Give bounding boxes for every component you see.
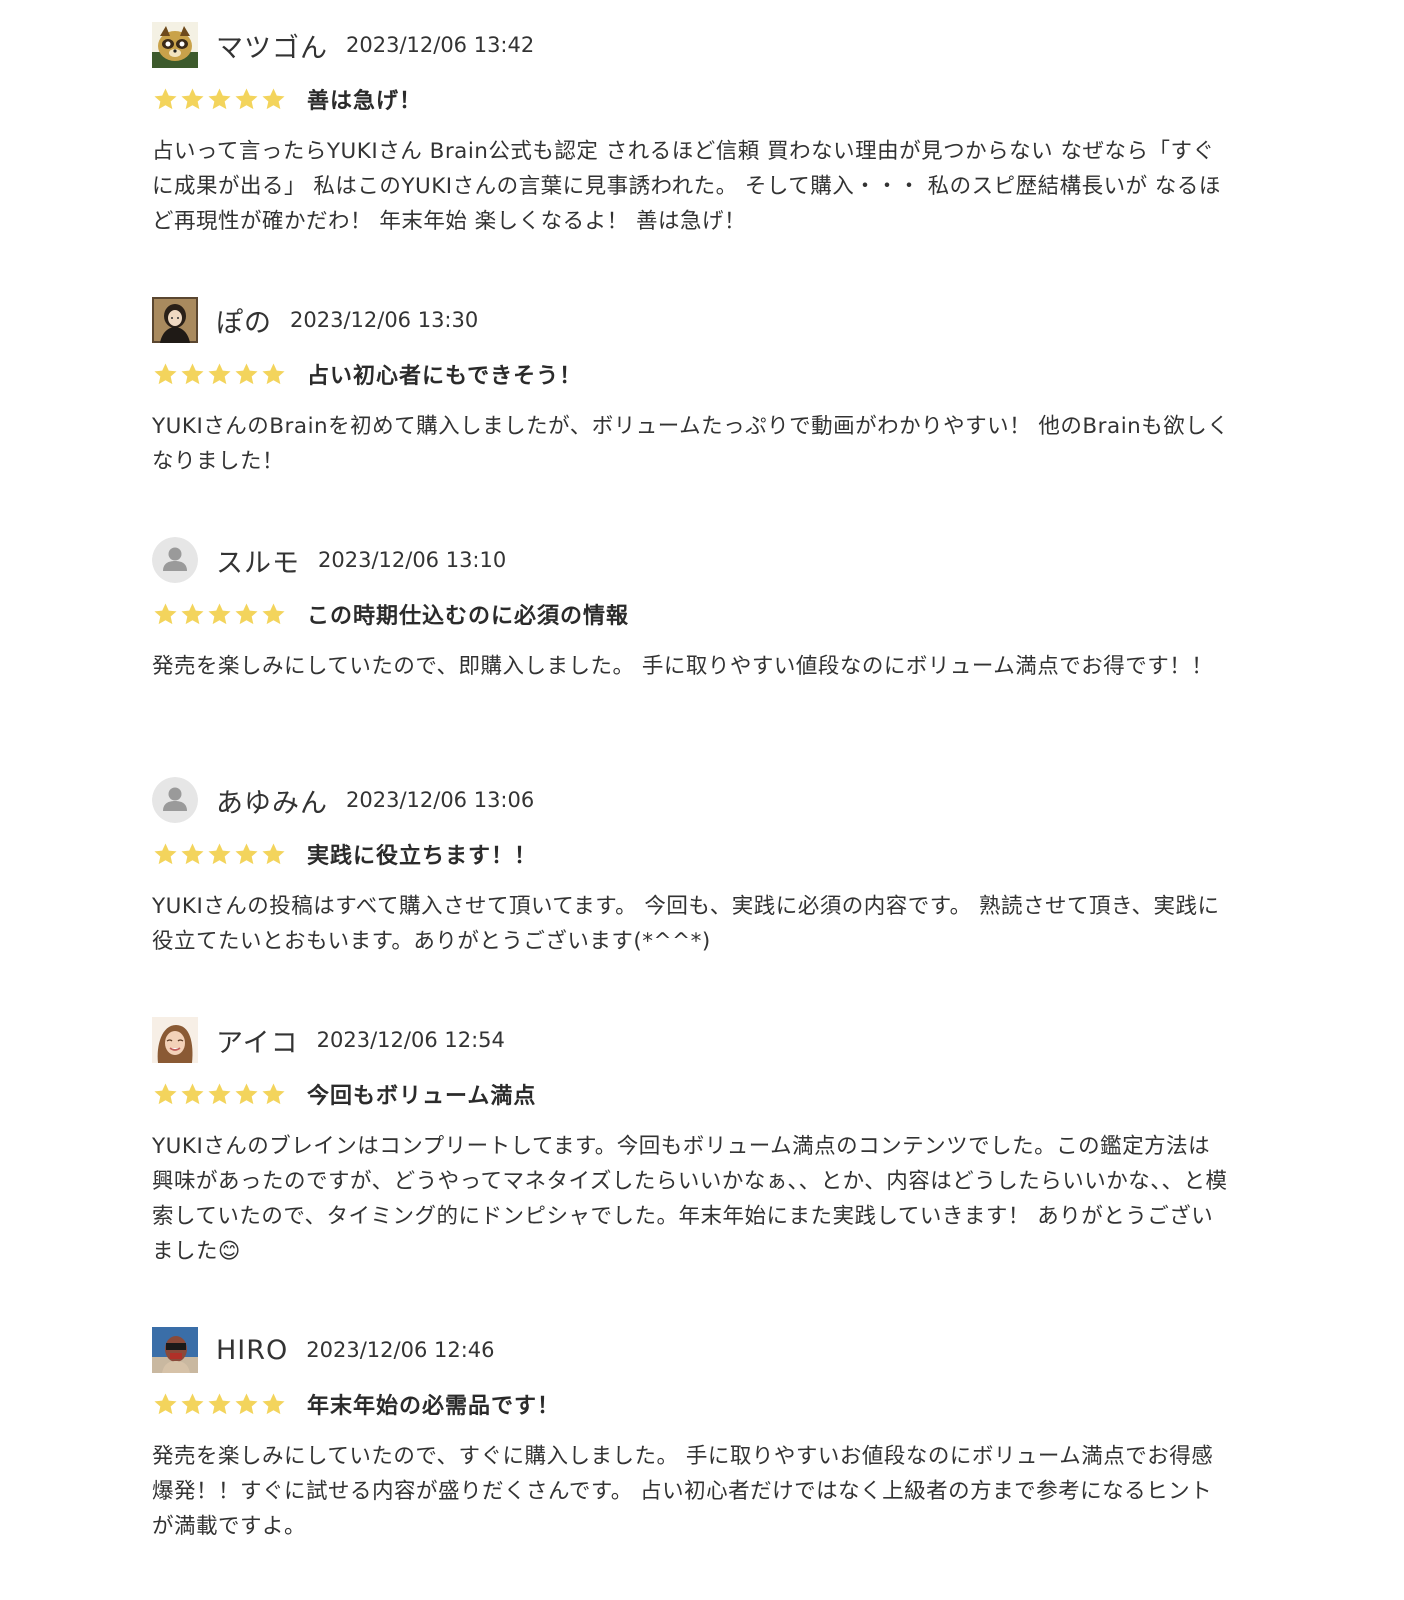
review-header: アイコ 2023/12/06 12:54 <box>152 1017 1232 1063</box>
star-icon <box>208 362 231 384</box>
star-icon <box>262 842 285 864</box>
star-icon <box>181 362 204 384</box>
smiling-woman-avatar[interactable] <box>152 1017 198 1063</box>
review-item: HIRO 2023/12/06 12:46 年末年始の必需品です！ 発売を楽しみ… <box>152 1327 1232 1544</box>
tanuki-mascot-avatar[interactable] <box>152 22 198 68</box>
star-icon <box>181 1392 204 1414</box>
review-date: 2023/12/06 12:46 <box>306 1338 495 1362</box>
star-icon <box>154 87 177 109</box>
star-rating <box>152 1081 287 1108</box>
review-header: スルモ 2023/12/06 13:10 <box>152 537 1232 583</box>
default-user-avatar[interactable] <box>152 537 198 583</box>
star-icon <box>154 602 177 624</box>
review-body: YUKIさんの投稿はすべて購入させて頂いてます。 今回も、実践に必須の内容です。… <box>152 894 1220 954</box>
review-body: YUKIさんのブレインはコンプリートしてます。今回もボリューム満点のコンテンツで… <box>152 1134 1228 1264</box>
review-title: 善は急げ！ <box>307 89 423 114</box>
rating-row: 年末年始の必需品です！ <box>152 1387 1232 1421</box>
review-title: 実践に役立ちます！！ <box>307 844 538 869</box>
review-header: ぽの 2023/12/06 13:30 <box>152 297 1232 343</box>
review-username[interactable]: マツゴん <box>216 26 328 65</box>
star-icon <box>208 602 231 624</box>
star-icon <box>262 1082 285 1104</box>
star-icon <box>154 842 177 864</box>
rating-row: 善は急げ！ <box>152 82 1232 116</box>
review-body: 占いって言ったらYUKIさん Brain公式も認定 されるほど信頼 買わない理由… <box>152 139 1221 234</box>
star-icon <box>262 602 285 624</box>
star-icon <box>181 842 204 864</box>
rating-row: 実践に役立ちます！！ <box>152 837 1232 871</box>
review-username[interactable]: ぽの <box>216 301 272 340</box>
review-item: ぽの 2023/12/06 13:30 占い初心者にもできそう！ YUKIさんの… <box>152 297 1232 479</box>
star-rating <box>152 601 287 628</box>
star-icon <box>235 1392 258 1414</box>
star-icon <box>154 1392 177 1414</box>
star-rating <box>152 1391 287 1418</box>
review-body: YUKIさんのBrainを初めて購入しましたが、ボリュームたっぷりで動画がわかり… <box>152 414 1230 474</box>
review-date: 2023/12/06 12:54 <box>316 1028 505 1052</box>
review-title: この時期仕込むのに必須の情報 <box>307 604 630 629</box>
star-icon <box>262 362 285 384</box>
review-date: 2023/12/06 13:42 <box>346 33 535 57</box>
rating-row: 今回もボリューム満点 <box>152 1077 1232 1111</box>
review-title: 年末年始の必需品です！ <box>307 1394 561 1419</box>
star-icon <box>235 362 258 384</box>
review-item: マツゴん 2023/12/06 13:42 善は急げ！ 占いって言ったらYUKI… <box>152 22 1232 239</box>
rating-row: 占い初心者にもできそう！ <box>152 357 1232 391</box>
review-date: 2023/12/06 13:06 <box>346 788 535 812</box>
star-rating <box>152 361 287 388</box>
review-header: HIRO 2023/12/06 12:46 <box>152 1327 1232 1373</box>
star-icon <box>208 1392 231 1414</box>
rating-row: この時期仕込むのに必須の情報 <box>152 597 1232 631</box>
star-icon <box>262 87 285 109</box>
star-icon <box>181 87 204 109</box>
review-list: マツゴん 2023/12/06 13:42 善は急げ！ 占いって言ったらYUKI… <box>0 0 1404 1600</box>
review-date: 2023/12/06 13:30 <box>290 308 479 332</box>
default-user-avatar[interactable] <box>152 777 198 823</box>
star-icon <box>181 602 204 624</box>
star-icon <box>208 842 231 864</box>
star-rating <box>152 841 287 868</box>
review-header: あゆみん 2023/12/06 13:06 <box>152 777 1232 823</box>
review-title: 今回もボリューム満点 <box>307 1084 537 1109</box>
portrait-avatar[interactable] <box>152 297 198 343</box>
star-icon <box>262 1392 285 1414</box>
review-body: 発売を楽しみにしていたので、即購入しました。 手に取りやすい値段なのにボリューム… <box>152 654 1214 679</box>
star-icon <box>208 1082 231 1104</box>
review-username[interactable]: HIRO <box>216 1335 288 1366</box>
review-item: スルモ 2023/12/06 13:10 この時期仕込むのに必須の情報 発売を楽… <box>152 537 1232 684</box>
star-icon <box>154 1082 177 1104</box>
review-header: マツゴん 2023/12/06 13:42 <box>152 22 1232 68</box>
review-date: 2023/12/06 13:10 <box>318 548 507 572</box>
review-username[interactable]: アイコ <box>216 1021 299 1060</box>
star-icon <box>235 842 258 864</box>
review-title: 占い初心者にもできそう！ <box>307 364 583 389</box>
star-icon <box>235 1082 258 1104</box>
review-body: 発売を楽しみにしていたので、すぐに購入しました。 手に取りやすいお値段なのにボリ… <box>152 1444 1214 1539</box>
review-username[interactable]: スルモ <box>216 541 300 580</box>
star-icon <box>181 1082 204 1104</box>
review-item: あゆみん 2023/12/06 13:06 実践に役立ちます！！ YUKIさんの… <box>152 777 1232 959</box>
star-icon <box>235 602 258 624</box>
photo-avatar[interactable] <box>152 1327 198 1373</box>
star-icon <box>235 87 258 109</box>
star-icon <box>154 362 177 384</box>
review-username[interactable]: あゆみん <box>216 781 328 820</box>
star-rating <box>152 86 287 113</box>
star-icon <box>208 87 231 109</box>
review-item: アイコ 2023/12/06 12:54 今回もボリューム満点 YUKIさんのブ… <box>152 1017 1232 1269</box>
